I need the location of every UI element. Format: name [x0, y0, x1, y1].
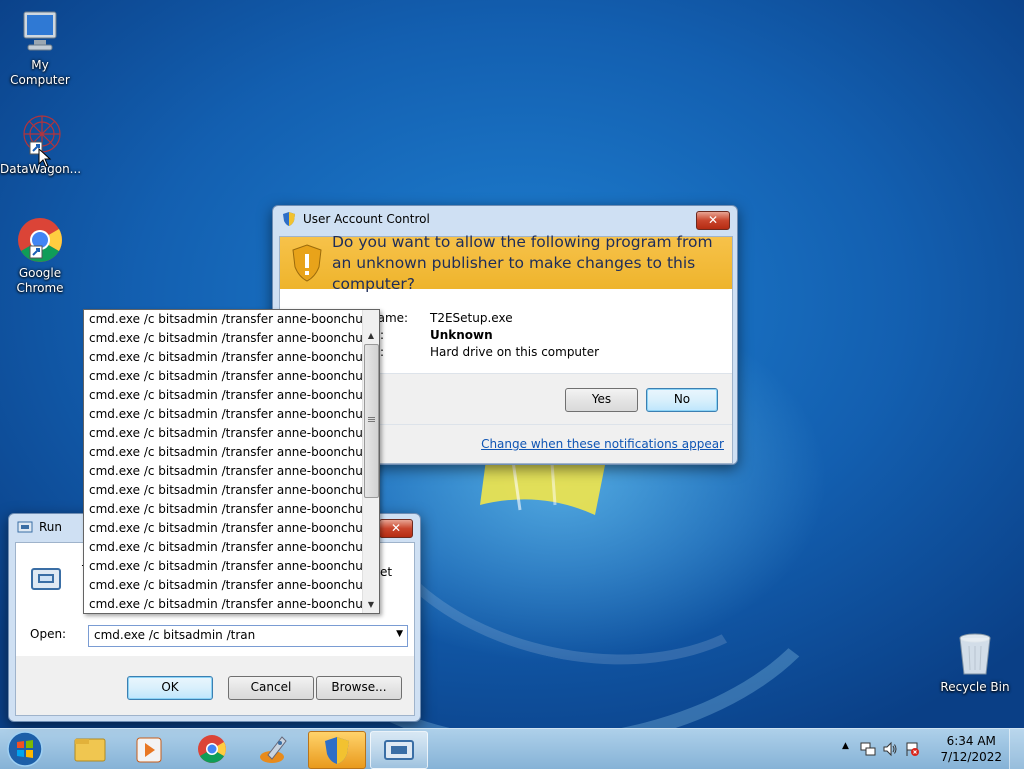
desktop-icon-google-chrome[interactable]: Google Chrome [0, 216, 80, 296]
publisher-value: Unknown [430, 328, 493, 342]
ok-button[interactable]: OK [127, 676, 213, 700]
open-label: Open: [30, 627, 67, 641]
show-desktop-button[interactable] [1009, 729, 1024, 769]
explorer-icon [74, 738, 106, 762]
open-input[interactable]: cmd.exe /c bitsadmin /tran [94, 628, 255, 642]
no-button[interactable]: No [646, 388, 718, 412]
run-description-tail: et [380, 565, 393, 579]
program-name-value: T2ESetup.exe [430, 311, 513, 325]
yes-button[interactable]: Yes [565, 388, 638, 412]
autocomplete-item[interactable]: cmd.exe /c bitsadmin /transfer anne-boon… [84, 595, 362, 613]
taskbar-installer-button[interactable] [246, 731, 302, 767]
uac-shield-icon [283, 212, 295, 226]
start-orb-icon [7, 731, 43, 767]
autocomplete-dropdown[interactable]: cmd.exe /c bitsadmin /transfer anne-boon… [83, 309, 380, 614]
taskbar: ▲ 6:34 AM 7/12/2022 [0, 728, 1024, 769]
run-title-icon [17, 521, 33, 533]
autocomplete-list: cmd.exe /c bitsadmin /transfer anne-boon… [84, 310, 362, 613]
computer-icon [16, 8, 64, 56]
autocomplete-item[interactable]: cmd.exe /c bitsadmin /transfer anne-boon… [84, 348, 362, 367]
chrome-icon [198, 735, 226, 763]
uac-shield-icon [325, 737, 349, 764]
autocomplete-item[interactable]: cmd.exe /c bitsadmin /transfer anne-boon… [84, 310, 362, 329]
run-button-row: OK Cancel Browse... [16, 656, 414, 715]
volume-icon[interactable] [882, 741, 898, 757]
desktop-icon-recycle-bin[interactable]: Recycle Bin [935, 630, 1015, 695]
installer-rocket-icon [260, 736, 287, 763]
recycle-bin-icon [951, 630, 999, 678]
mouse-cursor-icon [38, 148, 52, 168]
clock-date: 7/12/2022 [940, 750, 1002, 764]
autocomplete-item[interactable]: cmd.exe /c bitsadmin /transfer anne-boon… [84, 443, 362, 462]
uac-title: User Account Control [303, 212, 430, 226]
run-title: Run [39, 520, 63, 534]
taskbar-chrome-button[interactable] [184, 731, 240, 767]
start-button[interactable] [4, 730, 46, 768]
cancel-button[interactable]: Cancel [228, 676, 314, 700]
browse-button[interactable]: Browse... [316, 676, 402, 700]
scrollbar-thumb[interactable] [364, 344, 379, 498]
desktop-icon-my-computer[interactable]: My Computer [0, 8, 80, 88]
notifications-settings-link[interactable]: Change when these notifications appear [481, 437, 724, 451]
desktop-icon-label: Recycle Bin [940, 680, 1010, 694]
autocomplete-item[interactable]: cmd.exe /c bitsadmin /transfer anne-boon… [84, 519, 362, 538]
taskbar-explorer-button[interactable] [62, 731, 118, 767]
network-icon[interactable] [860, 741, 876, 757]
system-tray: ▲ 6:34 AM 7/12/2022 [834, 729, 1024, 769]
autocomplete-item[interactable]: cmd.exe /c bitsadmin /transfer anne-boon… [84, 367, 362, 386]
open-combobox[interactable]: cmd.exe /c bitsadmin /tran ▼ [88, 625, 408, 647]
media-player-icon [136, 737, 162, 763]
clock-time: 6:34 AM [946, 734, 996, 748]
autocomplete-item[interactable]: cmd.exe /c bitsadmin /transfer anne-boon… [84, 424, 362, 443]
uac-question: Do you want to allow the following progr… [332, 232, 713, 293]
scroll-up-icon[interactable]: ▲ [363, 328, 379, 344]
autocomplete-item[interactable]: cmd.exe /c bitsadmin /transfer anne-boon… [84, 329, 362, 348]
autocomplete-item[interactable]: cmd.exe /c bitsadmin /transfer anne-boon… [84, 557, 362, 576]
autocomplete-item[interactable]: cmd.exe /c bitsadmin /transfer anne-boon… [84, 538, 362, 557]
publisher-label: : [380, 328, 385, 342]
run-close-button[interactable]: ✕ [379, 519, 413, 538]
clock[interactable]: 6:34 AM 7/12/2022 [940, 733, 1002, 765]
uac-titlebar[interactable]: User Account Control [273, 206, 737, 232]
run-dialog-icon [384, 740, 414, 760]
dropdown-scrollbar[interactable]: ▲ ▼ [362, 310, 379, 613]
taskbar-media-player-button[interactable] [122, 731, 178, 767]
autocomplete-item[interactable]: cmd.exe /c bitsadmin /transfer anne-boon… [84, 462, 362, 481]
taskbar-uac-button[interactable] [308, 731, 366, 769]
desktop-icon-label: Google Chrome [16, 266, 64, 295]
origin-label: : [380, 345, 385, 359]
chevron-down-icon[interactable]: ▼ [396, 629, 403, 639]
run-app-icon [31, 568, 61, 590]
scroll-down-icon[interactable]: ▼ [363, 597, 379, 613]
autocomplete-item[interactable]: cmd.exe /c bitsadmin /transfer anne-boon… [84, 405, 362, 424]
autocomplete-item[interactable]: cmd.exe /c bitsadmin /transfer anne-boon… [84, 386, 362, 405]
desktop-icon-label: My Computer [10, 58, 70, 87]
uac-warning-banner: Do you want to allow the following progr… [280, 233, 732, 293]
taskbar-run-button[interactable] [370, 731, 428, 769]
origin-value: Hard drive on this computer [430, 345, 600, 359]
autocomplete-item[interactable]: cmd.exe /c bitsadmin /transfer anne-boon… [84, 576, 362, 595]
chrome-icon [16, 216, 64, 264]
action-center-flag-icon[interactable] [904, 741, 920, 757]
autocomplete-item[interactable]: cmd.exe /c bitsadmin /transfer anne-boon… [84, 500, 362, 519]
show-hidden-icons-icon[interactable]: ▲ [842, 741, 849, 751]
warning-shield-icon [292, 244, 322, 282]
autocomplete-item[interactable]: cmd.exe /c bitsadmin /transfer anne-boon… [84, 481, 362, 500]
uac-close-button[interactable]: ✕ [696, 211, 730, 230]
